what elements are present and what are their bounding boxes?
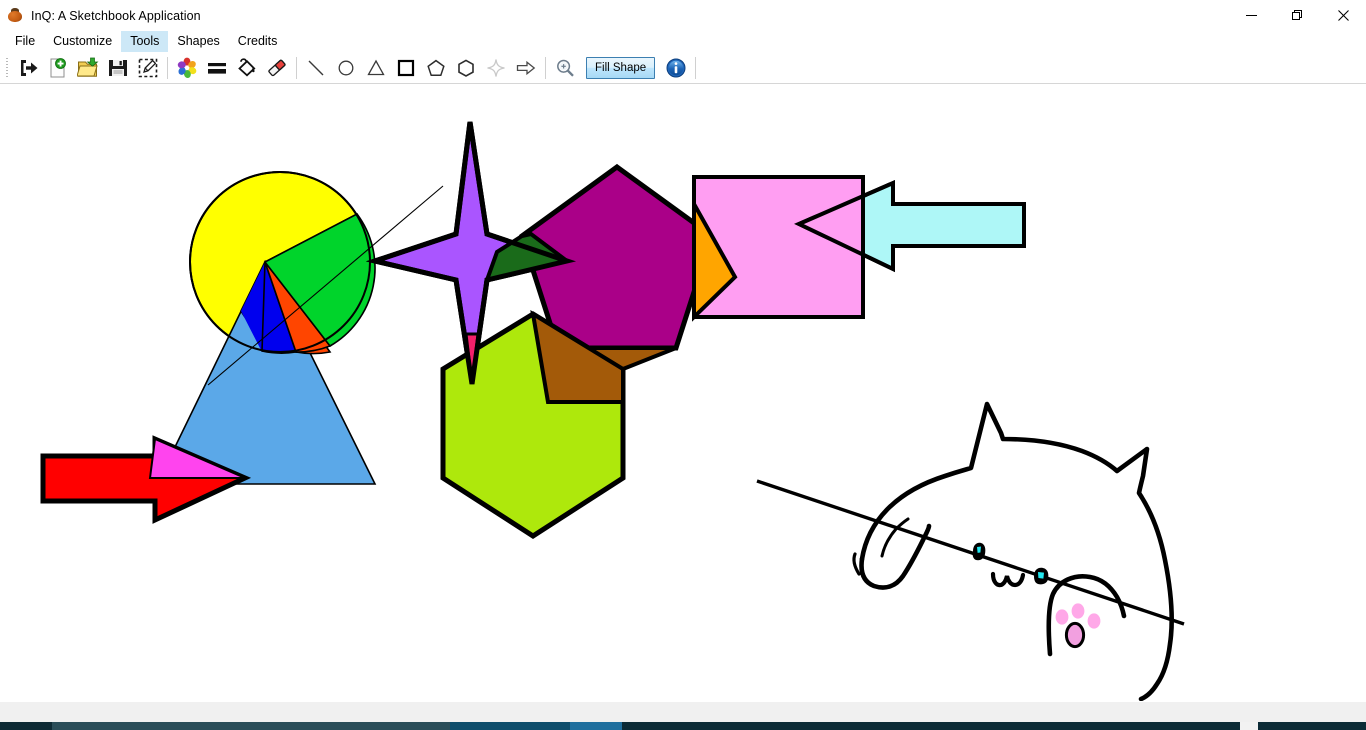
scrollbar-thumb[interactable] xyxy=(0,704,1080,720)
os-taskbar xyxy=(0,722,1366,730)
fill-bucket-icon xyxy=(238,57,256,77)
restore-icon xyxy=(1291,10,1302,20)
pentagon-shape-icon xyxy=(427,59,445,76)
zoom-button[interactable] xyxy=(550,53,580,82)
crop-select-icon xyxy=(138,58,158,77)
restore-button[interactable] xyxy=(1274,0,1320,31)
toolbar: Fill Shape xyxy=(0,52,1366,84)
taskbar-segment xyxy=(0,722,52,730)
color-palette-button[interactable] xyxy=(172,53,202,82)
new-file-icon xyxy=(50,57,66,77)
title-bar: InQ: A Sketchbook Application xyxy=(0,0,1366,31)
eraser-button[interactable] xyxy=(262,53,292,82)
close-button[interactable] xyxy=(1320,0,1366,31)
cat-toe-bean xyxy=(1087,613,1101,629)
cat-face-group xyxy=(972,542,1049,588)
circle-shape-button[interactable] xyxy=(331,53,361,82)
toolbar-separator xyxy=(695,56,697,79)
star-shape-icon xyxy=(487,58,505,77)
line-shape-icon xyxy=(308,60,324,75)
toolbar-grip[interactable] xyxy=(4,55,11,80)
taskbar-segment xyxy=(450,722,570,730)
menu-tools[interactable]: Tools xyxy=(121,31,169,52)
exit-button[interactable] xyxy=(13,53,43,82)
eraser-icon xyxy=(268,59,286,76)
toolbar-separator xyxy=(167,56,168,79)
menu-customize[interactable]: Customize xyxy=(44,31,121,52)
star-shape-button[interactable] xyxy=(481,53,511,82)
arrow-shape-button[interactable] xyxy=(511,53,541,82)
taskbar-segment-active[interactable] xyxy=(570,722,622,730)
zoom-icon xyxy=(557,59,574,77)
cat-toe-bean xyxy=(1071,603,1085,619)
palette-icon xyxy=(7,7,23,24)
color-palette-icon xyxy=(177,57,197,78)
triangle-shape-icon xyxy=(367,59,385,75)
line-shape-button[interactable] xyxy=(301,53,331,82)
info-button[interactable] xyxy=(661,53,691,82)
save-button[interactable] xyxy=(103,53,133,82)
taskbar-segment xyxy=(622,722,1240,730)
canvas-artwork xyxy=(40,121,1185,701)
select-region-button[interactable] xyxy=(133,53,163,82)
cat-paw-group xyxy=(1046,574,1127,657)
toolbar-separator xyxy=(296,56,297,79)
drawing-canvas[interactable] xyxy=(0,84,1366,701)
hexagon-shape-icon xyxy=(458,58,474,77)
menu-bar: File Customize Tools Shapes Credits xyxy=(0,31,1366,52)
cat-drawing-group xyxy=(852,401,1174,701)
minimize-button[interactable] xyxy=(1228,0,1274,31)
arrow-shape-icon xyxy=(516,60,536,75)
new-file-button[interactable] xyxy=(43,53,73,82)
application-window: InQ: A Sketchbook Application File Custo… xyxy=(0,0,1366,730)
cat-toe-bean xyxy=(1055,609,1069,625)
line-thickness-button[interactable] xyxy=(202,53,232,82)
pentagon-shape-button[interactable] xyxy=(421,53,451,82)
cat-paw-pad xyxy=(1064,621,1086,649)
window-title: InQ: A Sketchbook Application xyxy=(31,8,201,23)
square-pink-group xyxy=(692,175,865,322)
menu-credits[interactable]: Credits xyxy=(229,31,287,52)
open-file-button[interactable] xyxy=(73,53,103,82)
info-icon xyxy=(666,58,686,77)
open-folder-icon xyxy=(77,57,99,77)
horizontal-scrollbar[interactable] xyxy=(0,701,1366,722)
save-floppy-icon xyxy=(109,59,127,76)
triangle-shape-button[interactable] xyxy=(361,53,391,82)
square-shape-icon xyxy=(397,59,415,76)
line-thickness-icon xyxy=(208,62,226,74)
taskbar-segment xyxy=(1258,722,1366,730)
square-shape-button[interactable] xyxy=(391,53,421,82)
taskbar-segment-light xyxy=(1240,722,1258,730)
exit-icon xyxy=(21,59,38,76)
toolbar-separator xyxy=(545,56,546,79)
minimize-icon xyxy=(1245,15,1257,16)
window-controls xyxy=(1228,0,1366,31)
taskbar-segment xyxy=(52,722,450,730)
close-icon xyxy=(1337,10,1349,21)
menu-shapes[interactable]: Shapes xyxy=(168,31,228,52)
fill-bucket-button[interactable] xyxy=(232,53,262,82)
hexagon-shape-button[interactable] xyxy=(451,53,481,82)
fill-shape-button[interactable]: Fill Shape xyxy=(586,56,656,79)
circle-shape-icon xyxy=(338,60,354,75)
menu-file[interactable]: File xyxy=(6,31,44,52)
